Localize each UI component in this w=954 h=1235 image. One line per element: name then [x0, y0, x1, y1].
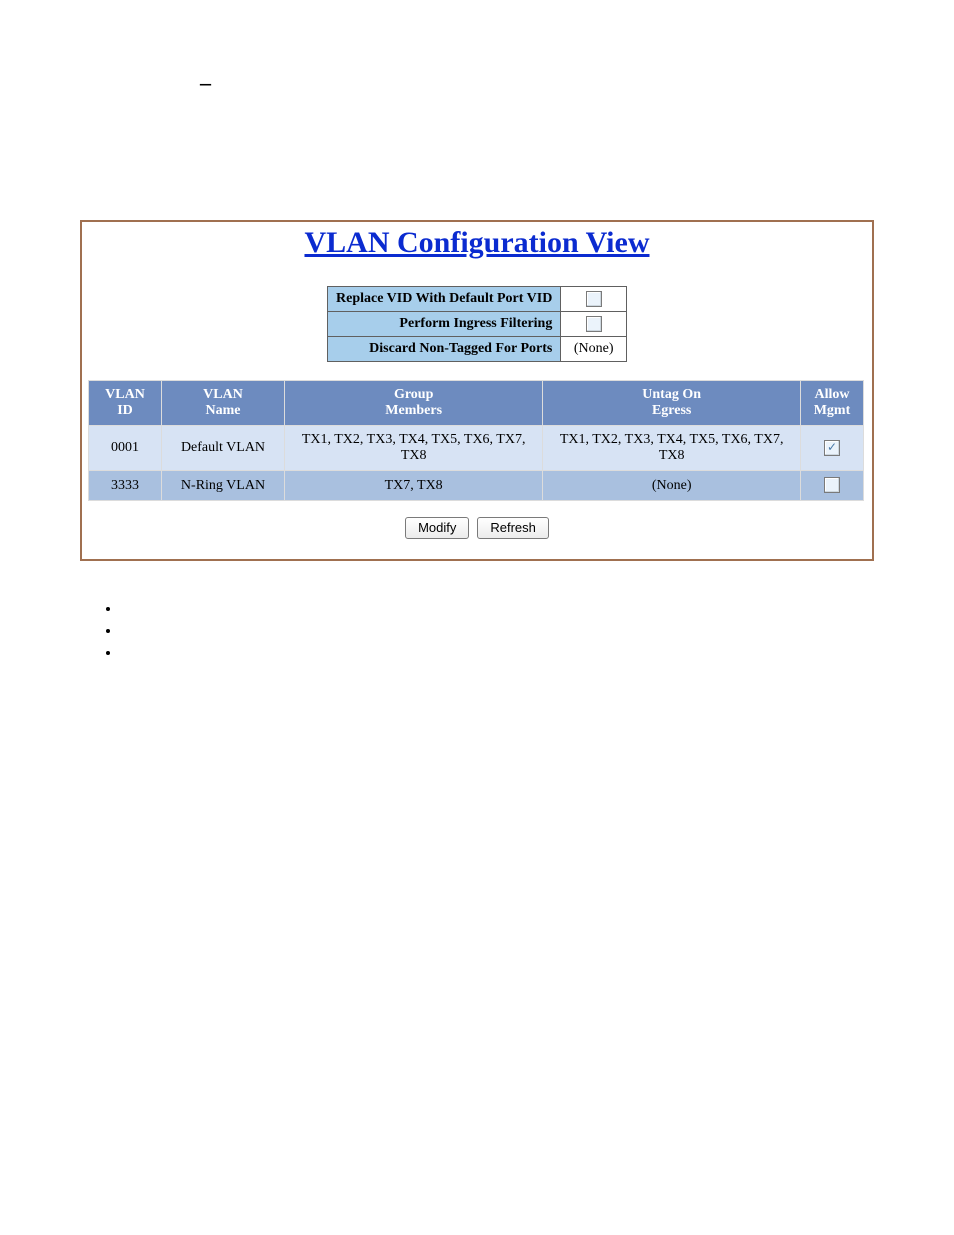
- setting-label: Discard Non-Tagged For Ports: [328, 337, 561, 362]
- cell-allow-mgmt: [801, 426, 864, 471]
- panel-title-wrap: VLAN Configuration View: [82, 222, 872, 266]
- vlan-config-panel: VLAN Configuration View Replace VID With…: [80, 220, 874, 561]
- checkbox-allow-mgmt[interactable]: [824, 477, 840, 493]
- button-row: Modify Refresh: [82, 517, 872, 539]
- refresh-button[interactable]: Refresh: [477, 517, 549, 539]
- setting-row-ingress: Perform Ingress Filtering: [328, 312, 627, 337]
- cell-vlan-id: 3333: [89, 471, 162, 500]
- cell-untag-egress: (None): [543, 471, 801, 500]
- list-item: [120, 623, 894, 645]
- col-vlan-name: VLANName: [162, 381, 285, 426]
- setting-value: [561, 312, 627, 337]
- setting-row-replace-vid: Replace VID With Default Port VID: [328, 287, 627, 312]
- list-item: [120, 601, 894, 623]
- cell-vlan-id: 0001: [89, 426, 162, 471]
- setting-row-discard: Discard Non-Tagged For Ports (None): [328, 337, 627, 362]
- cell-vlan-name: N-Ring VLAN: [162, 471, 285, 500]
- checkbox-replace-vid[interactable]: [586, 291, 602, 307]
- cell-untag-egress: TX1, TX2, TX3, TX4, TX5, TX6, TX7, TX8: [543, 426, 801, 471]
- setting-value: [561, 287, 627, 312]
- setting-label: Perform Ingress Filtering: [328, 312, 561, 337]
- list-item: [120, 645, 894, 667]
- bullet-list: [100, 601, 894, 667]
- small-dash-mark: –: [200, 70, 894, 90]
- table-row: 0001 Default VLAN TX1, TX2, TX3, TX4, TX…: [89, 426, 864, 471]
- cell-group-members: TX7, TX8: [285, 471, 543, 500]
- col-untag-egress: Untag OnEgress: [543, 381, 801, 426]
- cell-vlan-name: Default VLAN: [162, 426, 285, 471]
- checkbox-ingress-filtering[interactable]: [586, 316, 602, 332]
- modify-button[interactable]: Modify: [405, 517, 469, 539]
- setting-value: (None): [561, 337, 627, 362]
- checkbox-allow-mgmt[interactable]: [824, 440, 840, 456]
- col-group-members: GroupMembers: [285, 381, 543, 426]
- cell-allow-mgmt: [801, 471, 864, 500]
- table-row: 3333 N-Ring VLAN TX7, TX8 (None): [89, 471, 864, 500]
- panel-title[interactable]: VLAN Configuration View: [304, 226, 649, 259]
- vlan-table: VLANID VLANName GroupMembers Untag OnEgr…: [88, 380, 864, 500]
- setting-label: Replace VID With Default Port VID: [328, 287, 561, 312]
- col-allow-mgmt: AllowMgmt: [801, 381, 864, 426]
- col-vlan-id: VLANID: [89, 381, 162, 426]
- settings-table: Replace VID With Default Port VID Perfor…: [327, 286, 627, 362]
- cell-group-members: TX1, TX2, TX3, TX4, TX5, TX6, TX7, TX8: [285, 426, 543, 471]
